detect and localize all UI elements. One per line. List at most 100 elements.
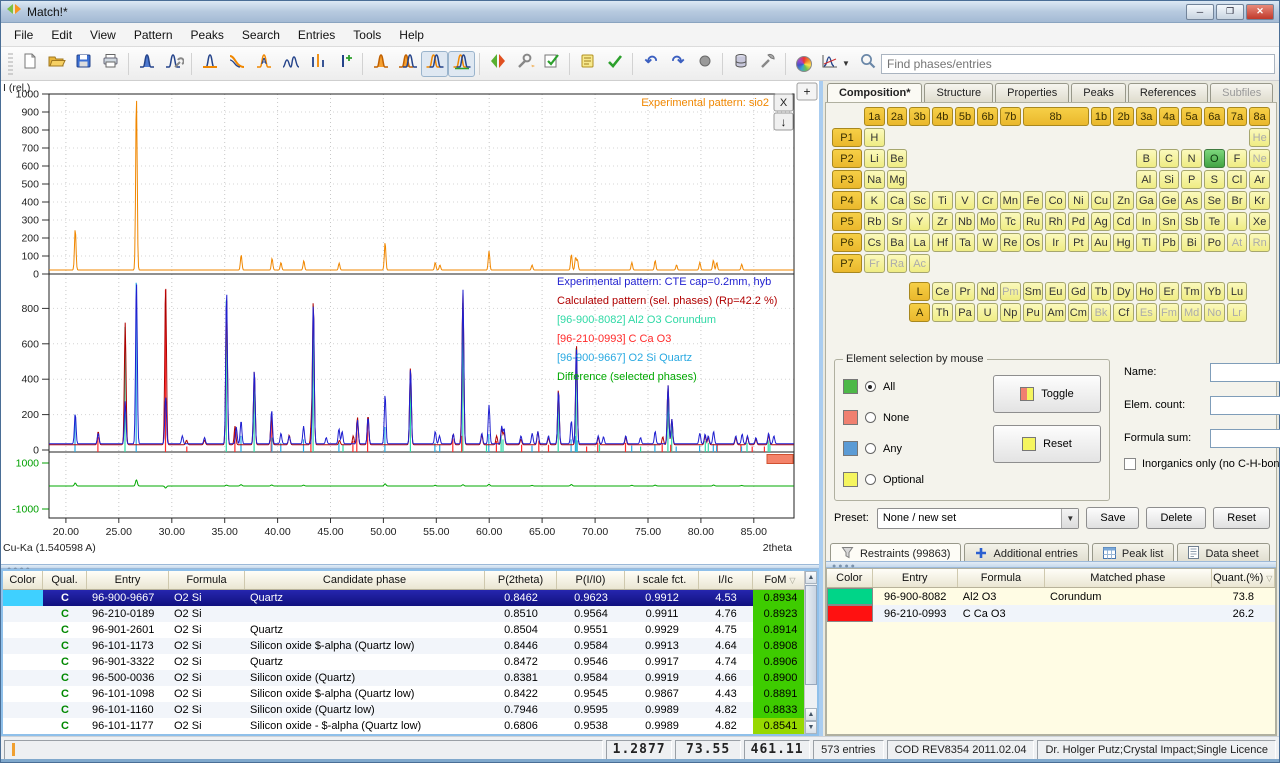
save-preset-button[interactable]: Save	[1086, 507, 1139, 529]
element-K-button[interactable]: K	[864, 191, 885, 210]
element-W-button[interactable]: W	[977, 233, 998, 252]
element-C-button[interactable]: C	[1159, 149, 1180, 168]
element-Pm-button[interactable]: Pm	[1000, 282, 1021, 301]
element-P-button[interactable]: P	[1181, 170, 1202, 189]
menu-file[interactable]: File	[5, 24, 42, 46]
element-Ce-button[interactable]: Ce	[932, 282, 953, 301]
matched-phase-row[interactable]: 96-900-8082Al2 O3Corundum73.8	[827, 588, 1275, 605]
element-O-button[interactable]: O	[1204, 149, 1225, 168]
element-Ca-button[interactable]: Ca	[887, 191, 908, 210]
element-Ta-button[interactable]: Ta	[955, 233, 976, 252]
element-Ge-button[interactable]: Ge	[1159, 191, 1180, 210]
element-Mn-button[interactable]: Mn	[1000, 191, 1021, 210]
series-A-button[interactable]: A	[909, 303, 930, 322]
element-Md-button[interactable]: Md	[1181, 303, 1202, 322]
column-header-color[interactable]: Color	[3, 571, 43, 589]
element-Li-button[interactable]: Li	[864, 149, 885, 168]
element-Ti-button[interactable]: Ti	[932, 191, 953, 210]
menu-pattern[interactable]: Pattern	[125, 24, 182, 46]
element-Fm-button[interactable]: Fm	[1159, 303, 1180, 322]
group-4b-button[interactable]: 4b	[932, 107, 953, 126]
element-Si-button[interactable]: Si	[1159, 170, 1180, 189]
reset-selection-button[interactable]: Reset	[993, 425, 1101, 463]
element-F-button[interactable]: F	[1227, 149, 1248, 168]
element-At-button[interactable]: At	[1227, 233, 1248, 252]
tab-composition[interactable]: Composition*	[827, 83, 923, 103]
element-Tb-button[interactable]: Tb	[1091, 282, 1112, 301]
overlay-patterns-button[interactable]	[421, 51, 448, 77]
element-Tc-button[interactable]: Tc	[1000, 212, 1021, 231]
candidate-row[interactable]: C96-101-1098O2 SiSilicon oxide $-alpha (…	[3, 686, 817, 702]
column-header-entry[interactable]: Entry	[873, 569, 958, 587]
element-U-button[interactable]: U	[977, 303, 998, 322]
element-Tl-button[interactable]: Tl	[1136, 233, 1157, 252]
element-Dy-button[interactable]: Dy	[1113, 282, 1134, 301]
group-1a-button[interactable]: 1a	[864, 107, 885, 126]
element-Yb-button[interactable]: Yb	[1204, 282, 1225, 301]
element-Lr-button[interactable]: Lr	[1227, 303, 1248, 322]
optional-radio[interactable]	[865, 474, 876, 485]
maximize-icon[interactable]: ❐	[1216, 4, 1244, 20]
scroll-up-icon[interactable]: ▲	[805, 571, 817, 584]
experimental-pattern-button[interactable]	[367, 51, 394, 77]
database-button[interactable]	[727, 51, 754, 77]
element-Nd-button[interactable]: Nd	[977, 282, 998, 301]
element-Ir-button[interactable]: Ir	[1045, 233, 1066, 252]
element-In-button[interactable]: In	[1136, 212, 1157, 231]
group-2b-button[interactable]: 2b	[1113, 107, 1134, 126]
element-Xe-button[interactable]: Xe	[1249, 212, 1270, 231]
candidate-row[interactable]: C96-901-3322O2 SiQuartz0.84720.95460.991…	[3, 654, 817, 670]
tab-references[interactable]: References	[1128, 83, 1208, 103]
column-header-quant-[interactable]: Quant.(%)▽	[1212, 569, 1275, 587]
matched-splitter[interactable]: ●●●●	[826, 561, 1276, 568]
menu-view[interactable]: View	[81, 24, 125, 46]
element-Bk-button[interactable]: Bk	[1091, 303, 1112, 322]
element-Pu-button[interactable]: Pu	[1023, 303, 1044, 322]
selection-mode-optional[interactable]: Optional	[843, 464, 993, 495]
menu-search[interactable]: Search	[233, 24, 289, 46]
new-document-button[interactable]	[16, 51, 43, 77]
strip-ka2-button[interactable]	[223, 51, 250, 77]
import-pattern-button[interactable]	[133, 51, 160, 77]
column-header-formula[interactable]: Formula	[958, 569, 1045, 587]
undo-button[interactable]: ↶	[637, 51, 664, 77]
column-header-qual-[interactable]: Qual.	[43, 571, 87, 589]
group-3b-button[interactable]: 3b	[909, 107, 930, 126]
scrollbar-thumb[interactable]	[805, 585, 817, 685]
element-Cl-button[interactable]: Cl	[1227, 170, 1248, 189]
selection-mode-none[interactable]: None	[843, 402, 993, 433]
record-button[interactable]	[691, 51, 718, 77]
element-Rb-button[interactable]: Rb	[864, 212, 885, 231]
group-8b-button[interactable]: 8b	[1023, 107, 1089, 126]
element-Zr-button[interactable]: Zr	[932, 212, 953, 231]
scroll-down-icon[interactable]: ▼	[805, 721, 817, 734]
find-phases-input[interactable]	[881, 54, 1275, 74]
all-radio[interactable]	[865, 381, 876, 392]
element-Na-button[interactable]: Na	[864, 170, 885, 189]
peak-sticks-button[interactable]	[304, 51, 331, 77]
element-Y-button[interactable]: Y	[909, 212, 930, 231]
candidate-row[interactable]: C96-900-9667O2 SiQuartz0.84620.96230.991…	[3, 590, 817, 606]
group-5b-button[interactable]: 5b	[955, 107, 976, 126]
candidate-row[interactable]: C96-901-2601O2 SiQuartz0.85040.95510.992…	[3, 622, 817, 638]
element-As-button[interactable]: As	[1181, 191, 1202, 210]
inorganics-checkbox[interactable]	[1124, 458, 1136, 470]
menu-edit[interactable]: Edit	[42, 24, 81, 46]
group-6a-button[interactable]: 6a	[1204, 107, 1225, 126]
element-Pb-button[interactable]: Pb	[1159, 233, 1180, 252]
element-Cm-button[interactable]: Cm	[1068, 303, 1089, 322]
redo-button[interactable]: ↷	[664, 51, 691, 77]
element-Ba-button[interactable]: Ba	[887, 233, 908, 252]
element-Mo-button[interactable]: Mo	[977, 212, 998, 231]
calculated-pattern-button[interactable]	[394, 51, 421, 77]
element-Er-button[interactable]: Er	[1159, 282, 1180, 301]
group-2a-button[interactable]: 2a	[887, 107, 908, 126]
tab-properties[interactable]: Properties	[995, 83, 1069, 103]
period-P7-button[interactable]: P7	[832, 254, 862, 273]
column-header-fom[interactable]: FoM▽	[753, 571, 808, 589]
element-Ra-button[interactable]: Ra	[887, 254, 908, 273]
element-Au-button[interactable]: Au	[1091, 233, 1112, 252]
group-8a-button[interactable]: 8a	[1249, 107, 1270, 126]
element-Fr-button[interactable]: Fr	[864, 254, 885, 273]
element-V-button[interactable]: V	[955, 191, 976, 210]
